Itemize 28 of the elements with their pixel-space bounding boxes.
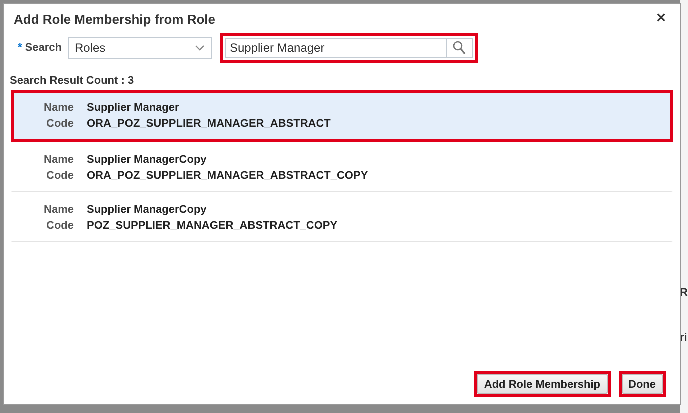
result-row[interactable]: Name Supplier ManagerCopy Code POZ_SUPPLIER_MANAGER_ABSTRACT_COPY	[11, 192, 673, 242]
code-label: Code	[46, 220, 74, 232]
code-label: Code	[46, 118, 74, 130]
search-field[interactable]: Supplier Manager	[224, 38, 447, 58]
search-button[interactable]	[446, 38, 473, 58]
name-label: Name	[43, 102, 74, 114]
code-label: Code	[46, 170, 74, 182]
close-button[interactable]: ×	[652, 10, 670, 28]
result-count: Search Result Count : 3	[10, 75, 134, 87]
caret-icon	[194, 45, 205, 51]
required-mark: *	[18, 42, 22, 54]
role-code: POZ_SUPPLIER_MANAGER_ABSTRACT_COPY	[87, 220, 339, 232]
name-label: Name	[43, 154, 74, 166]
role-name: Supplier ManagerCopy	[87, 204, 208, 216]
dialog-title: Add Role Membership from Role	[14, 12, 216, 26]
role-code: ORA_POZ_SUPPLIER_MANAGER_ABSTRACT	[87, 118, 332, 130]
add-role-membership-button[interactable]: Add Role Membership	[477, 374, 608, 394]
role-name: Supplier Manager	[87, 102, 180, 114]
type-dropdown[interactable]: Roles	[68, 37, 212, 59]
background-text: ri	[680, 332, 688, 344]
role-code: ORA_POZ_SUPPLIER_MANAGER_ABSTRACT_COPY	[87, 170, 370, 182]
done-button[interactable]: Done	[622, 374, 663, 394]
search-icon	[452, 41, 466, 55]
search-label: Search	[25, 42, 62, 54]
result-row[interactable]: Name Supplier ManagerCopy Code ORA_POZ_SUPPLIER_MANAGER_ABSTRACT_COPY	[11, 142, 673, 192]
name-label: Name	[43, 204, 74, 216]
result-row[interactable]: Name Supplier Manager Code ORA_POZ_SUPPLIER_MANAGER_ABSTRACT	[11, 90, 673, 142]
role-name: Supplier ManagerCopy	[87, 154, 208, 166]
